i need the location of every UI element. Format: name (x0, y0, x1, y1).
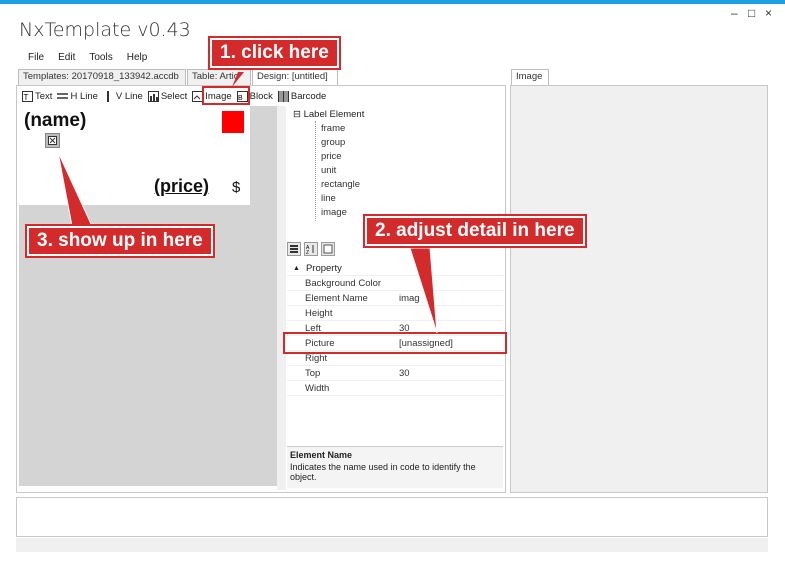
pages-icon (323, 244, 333, 254)
property-key: Element Name (305, 292, 368, 304)
image-placeholder-icon (48, 136, 57, 145)
collapse-icon[interactable]: ⊟ (293, 109, 301, 120)
property-key: Height (305, 307, 333, 319)
property-key: Right (305, 352, 328, 364)
tool-text-label: Text (35, 90, 53, 102)
tree-root-label: Label Element (303, 109, 365, 120)
property-category[interactable]: ▲ Property (287, 261, 503, 276)
tree-item-rectangle[interactable]: rectangle (321, 179, 360, 190)
property-key: Background Color (305, 277, 382, 289)
menu-tools[interactable]: Tools (89, 52, 112, 63)
tool-text[interactable]: T Text (22, 90, 53, 102)
tool-barcode[interactable]: Barcode (277, 90, 327, 102)
callout-adjust-detail: 2. adjust detail in here (365, 216, 585, 246)
sort-az-icon: AZ (306, 245, 314, 254)
menu-file[interactable]: File (28, 52, 44, 63)
label-rectangle-element[interactable] (222, 111, 244, 133)
property-key: Width (305, 382, 330, 394)
property-row-height[interactable]: Height (287, 306, 503, 321)
callout-show-up: 3. show up in here (27, 226, 213, 256)
property-row-top[interactable]: Top 30 (287, 366, 503, 381)
property-grid-toolbar: AZ (287, 242, 335, 258)
property-key: Top (305, 367, 321, 379)
text-tool-icon: T (22, 90, 33, 102)
menu-bar: File Edit Tools Help (28, 52, 161, 63)
description-text: Indicates the name used in code to ident… (290, 462, 476, 482)
svg-text:Z: Z (306, 250, 309, 254)
tree-root[interactable]: ⊟ Label Element (293, 109, 364, 120)
tool-hline[interactable]: H Line (57, 90, 98, 102)
categorized-icon (290, 245, 298, 253)
highlight-picture-row (283, 332, 507, 354)
output-panel (16, 497, 768, 537)
highlight-image-tool (202, 86, 250, 105)
property-value[interactable]: imag (399, 293, 420, 304)
tool-vline-label: V Line (115, 90, 143, 102)
property-row-width[interactable]: Width (287, 381, 503, 396)
window-top-accent (0, 0, 785, 4)
element-toolbar: T Text H Line V Line Select Image B Bloc… (22, 88, 331, 104)
expand-triangle-icon: ▲ (293, 264, 300, 272)
property-category-label: Property (305, 262, 342, 274)
tab-design[interactable]: Design: [untitled] (252, 69, 338, 85)
description-title: Element Name (290, 450, 353, 460)
menu-edit[interactable]: Edit (58, 52, 75, 63)
minimize-button[interactable]: – (731, 6, 738, 20)
categorized-view-button[interactable] (287, 242, 301, 256)
property-row-element-name[interactable]: Element Name imag (287, 291, 503, 306)
property-value[interactable]: 30 (399, 368, 410, 379)
document-tabs: Templates: 20170918_133942.accdb Table: … (18, 69, 339, 85)
tool-select[interactable]: Select (147, 90, 188, 102)
svg-text:T: T (24, 93, 29, 102)
app-title: NxTemplate v0.43 (19, 19, 191, 41)
barcode-icon (277, 90, 289, 102)
tree-item-image[interactable]: image (321, 207, 347, 218)
callout-click-here: 1. click here (210, 38, 339, 68)
tool-hline-label: H Line (70, 90, 98, 102)
label-image-element[interactable] (45, 133, 60, 148)
image-preview-pane (510, 85, 768, 493)
select-icon (147, 90, 159, 102)
tree-item-group[interactable]: group (321, 137, 345, 148)
label-preview[interactable]: (name) (price) $ (19, 106, 250, 205)
property-pages-button[interactable] (321, 242, 335, 256)
tool-barcode-label: Barcode (290, 90, 327, 102)
property-row-background-color[interactable]: Background Color (287, 276, 503, 291)
hline-icon (57, 91, 69, 102)
menu-help[interactable]: Help (127, 52, 148, 63)
tree-item-price[interactable]: price (321, 151, 342, 162)
alphabetical-view-button[interactable]: AZ (304, 242, 318, 256)
tree-connector (315, 121, 316, 221)
maximize-button[interactable]: □ (748, 6, 755, 20)
close-button[interactable]: × (765, 6, 772, 20)
tree-item-line[interactable]: line (321, 193, 336, 204)
tab-templates[interactable]: Templates: 20170918_133942.accdb (18, 69, 186, 85)
status-bar (16, 538, 768, 552)
vertical-scrollbar[interactable] (277, 106, 286, 490)
tree-item-unit[interactable]: unit (321, 165, 336, 176)
label-price-field[interactable]: (price) (154, 176, 209, 197)
label-name-field[interactable]: (name) (24, 110, 86, 132)
tool-block-label: Block (249, 90, 273, 102)
tool-vline[interactable]: V Line (103, 90, 143, 102)
tab-image[interactable]: Image (511, 69, 549, 85)
tab-table[interactable]: Table: Artic (187, 69, 251, 85)
tool-select-label: Select (160, 90, 188, 102)
tree-item-frame[interactable]: frame (321, 123, 345, 134)
vline-icon (103, 90, 114, 102)
preview-tabs: Image (511, 69, 550, 85)
label-currency-field[interactable]: $ (232, 179, 240, 196)
property-description: Element Name Indicates the name used in … (287, 446, 503, 488)
